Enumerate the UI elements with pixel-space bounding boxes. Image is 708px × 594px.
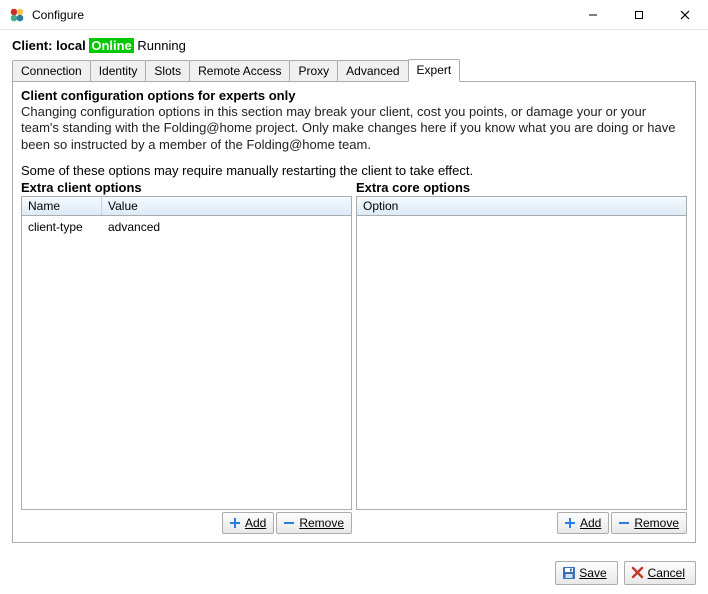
tabs: Connection Identity Slots Remote Access … — [12, 59, 696, 81]
core-add-button[interactable]: Add — [557, 512, 609, 534]
client-remove-label: Remove — [299, 516, 344, 530]
tab-slots[interactable]: Slots — [145, 60, 190, 81]
expert-description: Changing configuration options in this s… — [21, 104, 687, 153]
minus-icon — [617, 516, 631, 530]
minus-icon — [282, 516, 296, 530]
dialog-footer: Save Cancel — [0, 553, 708, 585]
client-remove-button[interactable]: Remove — [276, 512, 352, 534]
client-options-panel: Extra client options Name Value client-t… — [21, 180, 352, 534]
client-options-grid[interactable]: Name Value client-type advanced — [21, 196, 352, 510]
status-online-badge: Online — [89, 38, 133, 53]
window-title: Configure — [32, 8, 570, 22]
client-options-header: Name Value — [22, 197, 351, 216]
tab-advanced[interactable]: Advanced — [337, 60, 408, 81]
status-line: Client: local Online Running — [12, 38, 696, 53]
client-add-label: Add — [245, 516, 266, 530]
core-options-title: Extra core options — [356, 180, 687, 195]
save-button[interactable]: Save — [555, 561, 617, 585]
core-options-panel: Extra core options Option Add — [356, 180, 687, 534]
cell-value: advanced — [102, 218, 351, 236]
close-button[interactable] — [662, 0, 708, 29]
client-options-body[interactable]: client-type advanced — [22, 216, 351, 509]
window-controls — [570, 0, 708, 29]
tab-panel-expert: Client configuration options for experts… — [12, 81, 696, 543]
core-remove-label: Remove — [634, 516, 679, 530]
column-option[interactable]: Option — [357, 197, 686, 215]
tab-proxy[interactable]: Proxy — [289, 60, 338, 81]
core-options-header: Option — [357, 197, 686, 216]
tab-remote-access[interactable]: Remote Access — [189, 60, 290, 81]
table-row[interactable]: client-type advanced — [22, 216, 351, 238]
client-options-title: Extra client options — [21, 180, 352, 195]
tab-expert[interactable]: Expert — [408, 59, 461, 82]
minimize-button[interactable] — [570, 0, 616, 29]
column-value[interactable]: Value — [102, 197, 351, 215]
cancel-button[interactable]: Cancel — [624, 561, 696, 585]
core-remove-button[interactable]: Remove — [611, 512, 687, 534]
maximize-button[interactable] — [616, 0, 662, 29]
save-icon — [562, 566, 576, 580]
status-client-label: Client: — [12, 38, 52, 53]
core-options-grid[interactable]: Option — [356, 196, 687, 510]
column-name[interactable]: Name — [22, 197, 102, 215]
app-icon — [8, 6, 26, 24]
status-client-name: local — [56, 38, 86, 53]
plus-icon — [228, 516, 242, 530]
expert-heading: Client configuration options for experts… — [21, 88, 687, 103]
core-options-body[interactable] — [357, 216, 686, 509]
core-add-label: Add — [580, 516, 601, 530]
tab-identity[interactable]: Identity — [90, 60, 147, 81]
save-label: Save — [579, 566, 606, 580]
titlebar: Configure — [0, 0, 708, 30]
cancel-icon — [631, 566, 645, 580]
cancel-label: Cancel — [648, 566, 685, 580]
plus-icon — [563, 516, 577, 530]
expert-note: Some of these options may require manual… — [21, 163, 687, 178]
core-options-buttons: Add Remove — [356, 512, 687, 534]
client-options-buttons: Add Remove — [21, 512, 352, 534]
status-running: Running — [137, 38, 185, 53]
client-add-button[interactable]: Add — [222, 512, 274, 534]
tab-connection[interactable]: Connection — [12, 60, 91, 81]
cell-name: client-type — [22, 218, 102, 236]
